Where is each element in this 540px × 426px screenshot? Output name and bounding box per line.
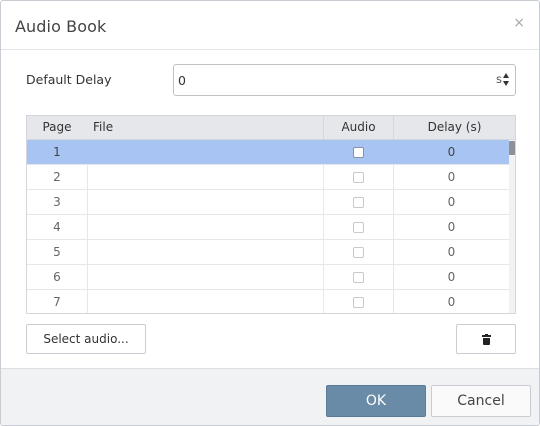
- page-cell: 1: [53, 145, 61, 159]
- trash-icon: [482, 334, 491, 345]
- delay-cell[interactable]: 0: [393, 265, 509, 289]
- table-row[interactable]: 1 0: [27, 140, 509, 165]
- default-delay-label: Default Delay: [26, 72, 112, 87]
- audio-checkbox[interactable]: [353, 247, 364, 258]
- audio-checkbox[interactable]: [353, 147, 364, 158]
- spinner-arrows-icon[interactable]: [503, 72, 510, 88]
- audio-checkbox[interactable]: [353, 172, 364, 183]
- file-cell[interactable]: [87, 290, 323, 313]
- file-cell[interactable]: [87, 215, 323, 239]
- pages-grid: Page File Audio Delay (s) 1 0 2 0 3 0 4 …: [26, 115, 516, 314]
- ok-button[interactable]: OK: [326, 385, 426, 417]
- delay-cell[interactable]: 0: [393, 215, 509, 239]
- audio-book-dialog: Audio Book × Default Delay s Page File A…: [0, 0, 540, 426]
- table-row[interactable]: 7 0: [27, 290, 509, 313]
- audio-checkbox[interactable]: [353, 197, 364, 208]
- table-row[interactable]: 6 0: [27, 265, 509, 290]
- column-header-file[interactable]: File: [93, 116, 313, 139]
- cancel-button[interactable]: Cancel: [431, 385, 531, 417]
- page-cell: 7: [53, 295, 61, 309]
- audio-cell: [323, 165, 393, 189]
- delay-unit-label: s: [496, 72, 502, 86]
- audio-checkbox[interactable]: [353, 297, 364, 308]
- column-header-delay[interactable]: Delay (s): [393, 116, 515, 139]
- audio-cell: [323, 265, 393, 289]
- table-row[interactable]: 5 0: [27, 240, 509, 265]
- spin-down-icon[interactable]: [503, 81, 509, 86]
- audio-cell: [323, 190, 393, 214]
- table-row[interactable]: 3 0: [27, 190, 509, 215]
- column-header-audio[interactable]: Audio: [323, 116, 393, 139]
- table-row[interactable]: 2 0: [27, 165, 509, 190]
- file-cell[interactable]: [87, 190, 323, 214]
- close-icon[interactable]: ×: [513, 16, 525, 30]
- audio-checkbox[interactable]: [353, 272, 364, 283]
- delay-cell[interactable]: 0: [393, 290, 509, 313]
- dialog-title: Audio Book: [15, 17, 107, 36]
- page-cell: 5: [53, 245, 61, 259]
- page-cell: 3: [53, 195, 61, 209]
- audio-cell: [323, 290, 393, 313]
- spin-up-icon[interactable]: [503, 73, 509, 78]
- grid-scrollbar[interactable]: [509, 140, 515, 313]
- page-cell: 2: [53, 170, 61, 184]
- file-cell[interactable]: [87, 140, 323, 164]
- file-cell[interactable]: [87, 165, 323, 189]
- table-row[interactable]: 4 0: [27, 215, 509, 240]
- dialog-titlebar: Audio Book ×: [1, 1, 539, 50]
- page-cell: 4: [53, 220, 61, 234]
- file-cell[interactable]: [87, 240, 323, 264]
- audio-cell: [323, 215, 393, 239]
- file-cell[interactable]: [87, 265, 323, 289]
- delete-button[interactable]: [456, 324, 516, 354]
- audio-checkbox[interactable]: [353, 222, 364, 233]
- delay-cell[interactable]: 0: [393, 140, 509, 164]
- dialog-footer: OK Cancel: [1, 368, 539, 425]
- delay-cell[interactable]: 0: [393, 190, 509, 214]
- audio-cell: [323, 140, 393, 164]
- scrollbar-thumb[interactable]: [509, 141, 515, 155]
- select-audio-button[interactable]: Select audio...: [26, 324, 146, 354]
- column-header-page[interactable]: Page: [27, 116, 87, 139]
- grid-header: Page File Audio Delay (s): [27, 116, 515, 140]
- default-delay-input[interactable]: [178, 71, 478, 89]
- default-delay-spinner[interactable]: s: [173, 64, 516, 96]
- audio-cell: [323, 240, 393, 264]
- page-cell: 6: [53, 270, 61, 284]
- delay-cell[interactable]: 0: [393, 240, 509, 264]
- delay-cell[interactable]: 0: [393, 165, 509, 189]
